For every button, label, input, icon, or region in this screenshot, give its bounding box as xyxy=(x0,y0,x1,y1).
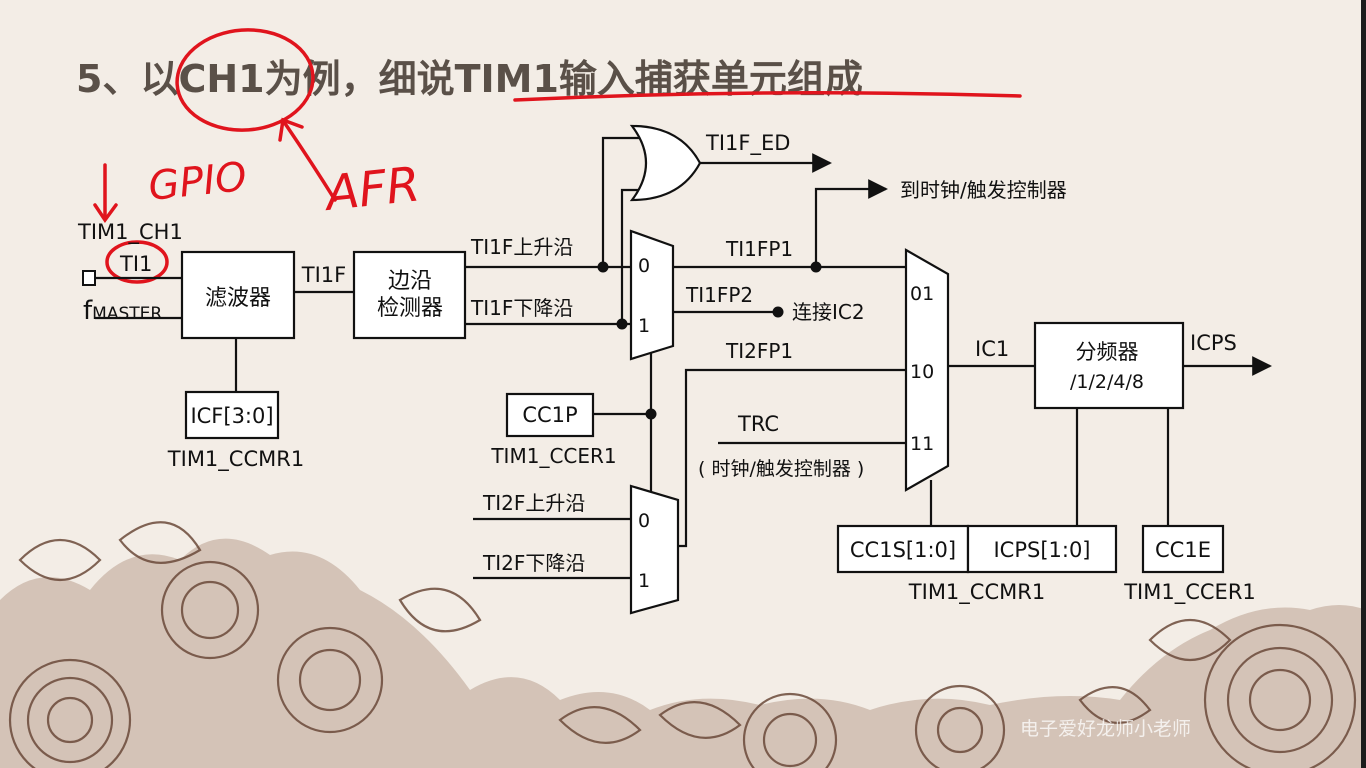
ic1-label: IC1 xyxy=(975,337,1009,361)
prescaler-line1: 分频器 xyxy=(1076,340,1139,364)
ccmr1-register-label: TIM1_CCMR1 xyxy=(908,580,1045,605)
fmaster-label: fMASTER xyxy=(83,296,162,326)
cc1p-register-label: TIM1_CCER1 xyxy=(490,444,616,468)
mux3-in01-label: 01 xyxy=(910,283,934,305)
filter-register-label: TIM1_CCMR1 xyxy=(167,447,304,472)
or-gate xyxy=(629,124,702,202)
pin-square xyxy=(82,270,96,286)
ti2f-falling-label: TI2F下降沿 xyxy=(482,551,585,575)
ti1f-rising-label: TI1F上升沿 xyxy=(470,235,573,259)
ti2fp1-label: TI2FP1 xyxy=(725,339,793,363)
ti1-label: TI1 xyxy=(119,252,152,276)
mux1-trapezoid xyxy=(629,229,675,361)
mux2-in1-label: 1 xyxy=(638,570,650,592)
prescaler-line2: /1/2/4/8 xyxy=(1070,371,1144,393)
ti1fp1-label: TI1FP1 xyxy=(725,237,793,261)
ti2f-rising-label: TI2F上升沿 xyxy=(482,491,585,515)
pin-name-label: TIM1_CH1 xyxy=(77,220,183,245)
cc1s-label: CC1S[1:0] xyxy=(850,538,956,562)
ccer1-register-label: TIM1_CCER1 xyxy=(1123,580,1256,605)
ti1f-ed-label: TI1F_ED xyxy=(705,131,790,156)
icps-output-label: ICPS xyxy=(1190,331,1237,355)
icf-field-label: ICF[3:0] xyxy=(190,404,273,428)
mux1-in1-label: 1 xyxy=(638,315,650,337)
edge-detector-block xyxy=(352,250,467,340)
prescaler-block xyxy=(1033,321,1185,410)
filter-label: 滤波器 xyxy=(205,286,271,311)
connect-ic2-label: 连接IC2 xyxy=(792,300,865,324)
trc-label: TRC xyxy=(737,412,779,436)
cc1e-label: CC1E xyxy=(1155,538,1211,562)
annotation-afr: AFR xyxy=(320,156,422,222)
watermark: 电子爱好龙师小老师 xyxy=(1020,718,1191,740)
mux2-in0-label: 0 xyxy=(638,510,650,532)
edge-detector-line2: 检测器 xyxy=(377,296,443,321)
icps-field-label: ICPS[1:0] xyxy=(993,538,1090,562)
cc1p-label: CC1P xyxy=(522,403,577,427)
mux2-trapezoid xyxy=(629,484,680,615)
ti1f-label: TI1F xyxy=(301,263,346,287)
ti1fp2-label: TI1FP2 xyxy=(685,283,753,307)
mux1-in0-label: 0 xyxy=(638,255,650,277)
mux3-in10-label: 10 xyxy=(910,361,934,383)
slide: 5、以CH1为例，细说TIM1输入捕获单元组成 GPIO AFR TIM1_CH… xyxy=(0,0,1366,768)
annotation-gpio: GPIO xyxy=(146,154,249,210)
window-edge xyxy=(1361,0,1366,768)
slide-canvas: 5、以CH1为例，细说TIM1输入捕获单元组成 GPIO AFR TIM1_CH… xyxy=(0,28,1366,768)
fmaster-sub: MASTER xyxy=(92,304,162,324)
mux3-in11-label: 11 xyxy=(910,433,934,455)
to-controller-label: 到时钟/触发控制器 xyxy=(900,178,1067,202)
trc-note-label: ( 时钟/触发控制器 ) xyxy=(698,458,864,480)
edge-detector-line1: 边沿 xyxy=(388,269,432,294)
ti1f-falling-label: TI1F下降沿 xyxy=(470,296,573,320)
